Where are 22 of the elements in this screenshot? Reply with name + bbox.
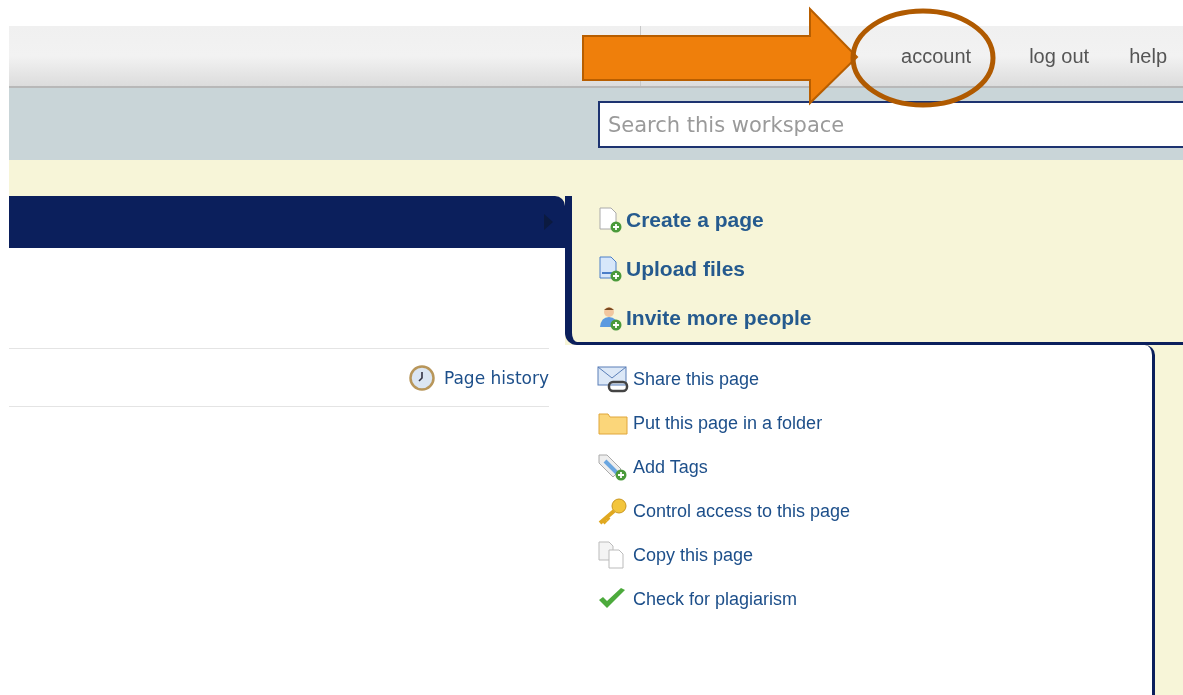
page-action-link[interactable]: Share this page: [597, 365, 760, 393]
new-page-icon: [598, 207, 622, 234]
envelope-link-icon: [597, 365, 629, 393]
search-field[interactable]: Search this workspace: [598, 101, 1183, 148]
tag-icon: [597, 453, 629, 481]
nav-link[interactable]: account: [901, 44, 972, 68]
page-action-link[interactable]: Add Tags: [597, 453, 708, 481]
page-history-link[interactable]: Page history: [408, 364, 549, 391]
upload-file-icon: [598, 256, 622, 282]
expand-arrow-icon[interactable]: [544, 214, 553, 230]
add-person-icon: [598, 304, 622, 331]
page-action-link[interactable]: Check for plagiarism: [597, 585, 798, 613]
nav-link[interactable]: log out: [1029, 44, 1090, 68]
key-icon: [597, 497, 629, 525]
nav-link[interactable]: help: [1129, 44, 1167, 68]
page-action-link[interactable]: Copy this page: [597, 541, 754, 569]
clock-icon: [408, 364, 435, 391]
page-action-link[interactable]: Control access to this page: [597, 497, 851, 525]
page-action-link[interactable]: Put this page in a folder: [597, 409, 823, 437]
action-link[interactable]: Create a page: [598, 207, 1183, 234]
action-link[interactable]: Upload files: [598, 256, 1183, 282]
action-link[interactable]: Invite more people: [598, 304, 1183, 331]
